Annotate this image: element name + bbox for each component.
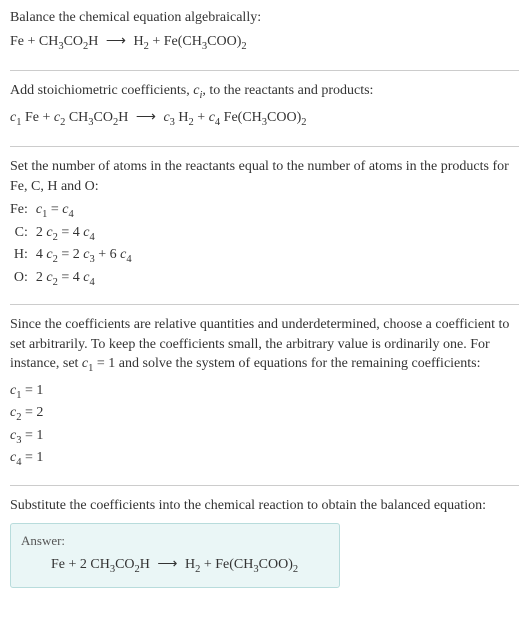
arrow-icon: ⟶: [136, 108, 156, 128]
sub: 4: [126, 254, 131, 265]
text: H: [175, 110, 189, 125]
balanced-equation: Fe + 2 CH3CO2H ⟶ H2 + Fe(CH3COO)2: [21, 555, 329, 577]
eq-text: COO): [207, 34, 241, 49]
unbalanced-equation: Fe + CH3CO2H ⟶ H2 + Fe(CH3COO)2: [10, 32, 519, 54]
sub: 4: [89, 232, 94, 243]
text: = 4: [58, 270, 83, 285]
section-answer: Substitute the coefficients into the che…: [10, 496, 519, 588]
text: COO): [259, 557, 293, 572]
list-item: c4 = 1: [10, 448, 519, 470]
text: , to the reactants and products:: [202, 83, 373, 98]
val: = 1: [21, 428, 43, 443]
val: = 2: [21, 405, 43, 420]
table-row: H: 4 c2 = 2 c3 + 6 c4: [10, 245, 138, 267]
sub: 2: [301, 116, 306, 127]
text: 4: [36, 247, 47, 262]
text: Fe(CH: [220, 110, 262, 125]
text: 2: [36, 270, 47, 285]
answer-label: Answer:: [21, 532, 329, 550]
intro-text: Since the coefficients are relative quan…: [10, 315, 519, 377]
coefficient-list: c1 = 1 c2 = 2 c3 = 1 c4 = 1: [10, 381, 519, 471]
text: Add stoichiometric coefficients,: [10, 83, 193, 98]
sub: 4: [68, 209, 73, 220]
text: = 4: [58, 225, 83, 240]
text: H: [140, 557, 150, 572]
element-label: Fe:: [10, 200, 36, 222]
section-add-coefficients: Add stoichiometric coefficients, ci, to …: [10, 81, 519, 147]
text: H: [185, 557, 195, 572]
equation-cell: c1 = c4: [36, 200, 138, 222]
list-item: c2 = 2: [10, 403, 519, 425]
coefficient-equation: c1 Fe + c2 CH3CO2H ⟶ c3 H2 + c4 Fe(CH3CO…: [10, 108, 519, 130]
element-label: O:: [10, 268, 36, 290]
text: +: [194, 110, 209, 125]
equation-cell: 2 c2 = 4 c4: [36, 223, 138, 245]
intro-text: Set the number of atoms in the reactants…: [10, 157, 519, 196]
val: = 1: [21, 450, 43, 465]
section-balance-intro: Balance the chemical equation algebraica…: [10, 8, 519, 71]
sub: 2: [241, 40, 246, 51]
section-solve-coefficients: Since the coefficients are relative quan…: [10, 315, 519, 486]
element-label: C:: [10, 223, 36, 245]
equation-cell: 4 c2 = 2 c3 + 6 c4: [36, 245, 138, 267]
section-atom-balance: Set the number of atoms in the reactants…: [10, 157, 519, 305]
intro-text: Substitute the coefficients into the che…: [10, 496, 519, 516]
text: CO: [94, 110, 113, 125]
table-row: Fe: c1 = c4: [10, 200, 138, 222]
intro-text: Add stoichiometric coefficients, ci, to …: [10, 81, 519, 103]
answer-box: Answer: Fe + 2 CH3CO2H ⟶ H2 + Fe(CH3COO)…: [10, 523, 340, 588]
text: H: [118, 110, 128, 125]
eq-text: + Fe(CH: [149, 34, 202, 49]
sub: 2: [293, 563, 298, 574]
text: 2: [36, 225, 47, 240]
eq-text: H: [88, 34, 98, 49]
eq-text: Fe + CH: [10, 34, 58, 49]
arrow-icon: ⟶: [157, 555, 177, 575]
text: + 6: [95, 247, 120, 262]
element-label: H:: [10, 245, 36, 267]
table-row: O: 2 c2 = 4 c4: [10, 268, 138, 290]
intro-text: Balance the chemical equation algebraica…: [10, 8, 519, 28]
list-item: c1 = 1: [10, 381, 519, 403]
text: CO: [115, 557, 134, 572]
text: = 2: [58, 247, 83, 262]
text: =: [47, 202, 62, 217]
text: COO): [267, 110, 301, 125]
atom-balance-table: Fe: c1 = c4 C: 2 c2 = 4 c4 H: 4 c2 = 2 c…: [10, 200, 138, 290]
text: + Fe(CH: [200, 557, 253, 572]
arrow-icon: ⟶: [106, 32, 126, 52]
equation-cell: 2 c2 = 4 c4: [36, 268, 138, 290]
list-item: c3 = 1: [10, 426, 519, 448]
text: CH: [65, 110, 88, 125]
val: = 1: [21, 383, 43, 398]
table-row: C: 2 c2 = 4 c4: [10, 223, 138, 245]
text: = 1 and solve the system of equations fo…: [93, 356, 480, 371]
text: Fe +: [21, 110, 53, 125]
text: Fe + 2 CH: [51, 557, 110, 572]
sub: 4: [89, 276, 94, 287]
eq-text: CO: [64, 34, 83, 49]
eq-text: H: [134, 34, 144, 49]
